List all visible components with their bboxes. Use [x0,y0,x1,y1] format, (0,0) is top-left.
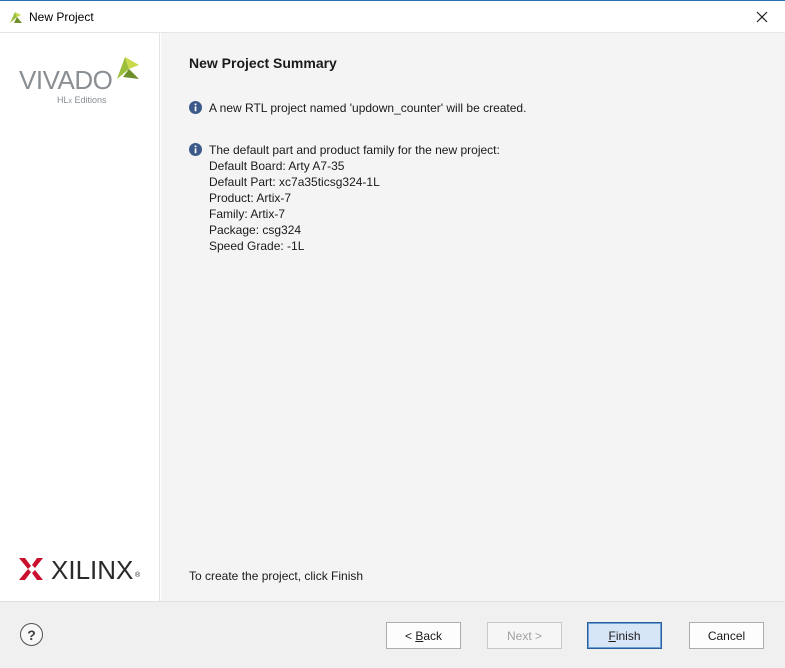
cancel-button[interactable]: Cancel [689,622,764,649]
vivado-brand-text: VIVADO [19,65,113,95]
detail-board: Default Board: Arty A7-35 [209,159,345,173]
title-bar: New Project [0,0,785,33]
summary-panel: New Project Summary A new RTL project na… [161,33,785,601]
help-button[interactable]: ? [20,623,43,646]
detail-family: Family: Artix-7 [209,207,286,221]
xilinx-mark-icon [19,558,43,580]
detail-product: Product: Artix-7 [209,191,292,205]
finish-instruction: To create the project, click Finish [189,569,364,583]
detail-package: Package: csg324 [209,223,302,237]
vivado-app-icon [10,12,22,23]
next-button[interactable]: Next > [487,622,562,649]
part-details: Default Board: Arty A7-35 Default Part: … [209,158,380,254]
page-title: New Project Summary [189,55,337,71]
vivado-edition-text: HLx Editions [57,95,107,105]
xilinx-registered-mark: ® [135,572,141,579]
vivado-leaf-icon [117,57,139,79]
window-title: New Project [29,10,94,24]
detail-part: Default Part: xc7a35ticsg324-1L [209,175,380,189]
xilinx-logo: XILINX ® [19,554,144,585]
info-text-project: A new RTL project named 'updown_counter'… [209,101,527,115]
info-icon [189,101,202,114]
xilinx-brand-text: XILINX [51,555,134,585]
back-button[interactable]: < Back [386,622,461,649]
finish-button[interactable]: Finish [587,622,662,649]
info-icon [189,143,202,156]
sidebar: VIVADO HLx Editions XILINX ® [0,33,160,601]
help-icon: ? [27,626,36,643]
info-text-part: The default part and product family for … [209,143,500,157]
vivado-logo: VIVADO HLx Editions [19,53,144,108]
close-icon [756,11,768,23]
close-button[interactable] [739,1,785,33]
detail-speed-grade: Speed Grade: -1L [209,239,305,253]
button-bar: ? < Back Next > Finish Cancel [0,601,785,668]
